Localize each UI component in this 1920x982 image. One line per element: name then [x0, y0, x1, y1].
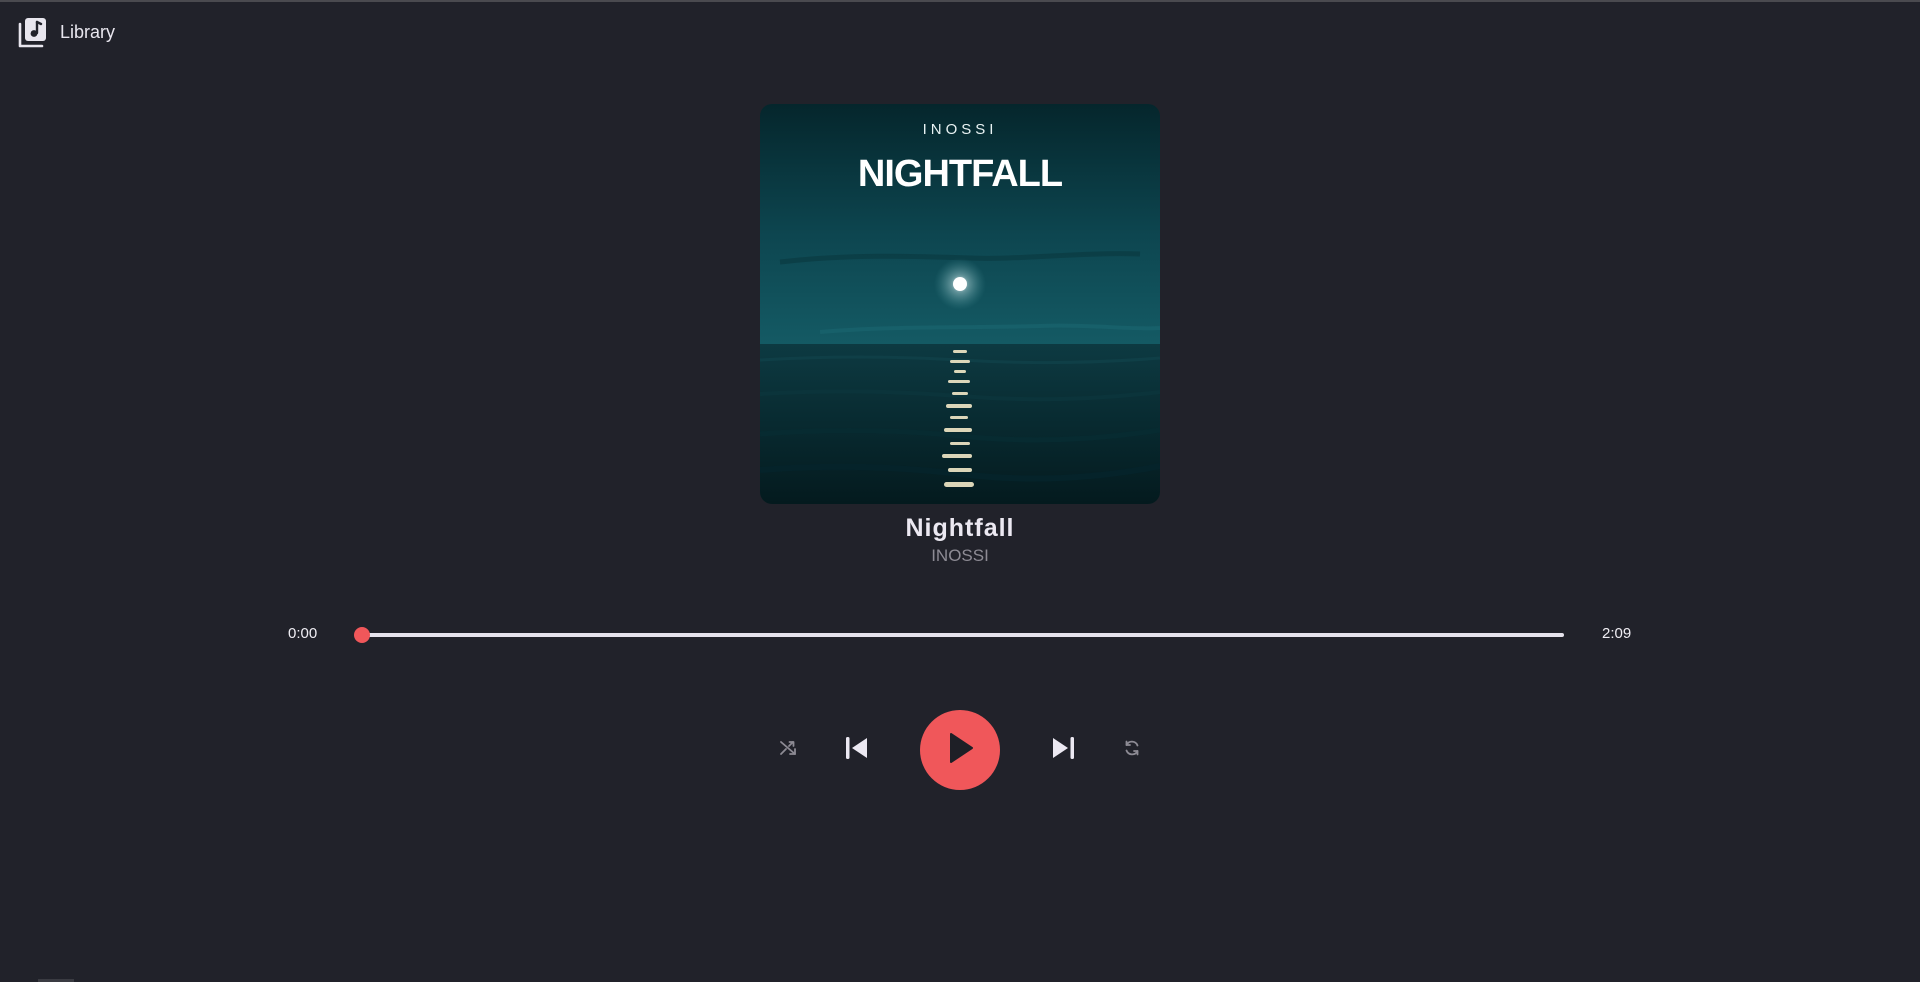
window-top-border	[0, 0, 1920, 2]
cover-artist-text: INOSSI	[923, 121, 998, 138]
library-label: Library	[60, 21, 116, 42]
current-time: 0:00	[288, 625, 318, 642]
play-icon	[945, 731, 975, 770]
progress-thumb[interactable]	[354, 627, 370, 643]
progress-bar[interactable]	[354, 627, 1564, 643]
total-time: 2:09	[1602, 625, 1632, 642]
skip-previous-icon	[843, 734, 871, 767]
previous-button[interactable]	[840, 733, 874, 767]
cover-title-text: NIGHTFALL	[858, 153, 1063, 195]
skip-next-icon	[1049, 734, 1077, 767]
play-button[interactable]	[920, 710, 1000, 790]
album-cover: INOSSI NIGHTFALL	[760, 104, 1160, 504]
next-button[interactable]	[1046, 733, 1080, 767]
shuffle-icon	[778, 738, 798, 763]
music-library-icon	[18, 16, 48, 48]
track-artist: INOSSI	[931, 546, 989, 565]
shuffle-button[interactable]	[774, 736, 802, 764]
library-button[interactable]: Library	[18, 16, 115, 48]
repeat-icon	[1122, 738, 1142, 763]
track-title: Nightfall	[905, 514, 1015, 542]
repeat-button[interactable]	[1118, 736, 1146, 764]
